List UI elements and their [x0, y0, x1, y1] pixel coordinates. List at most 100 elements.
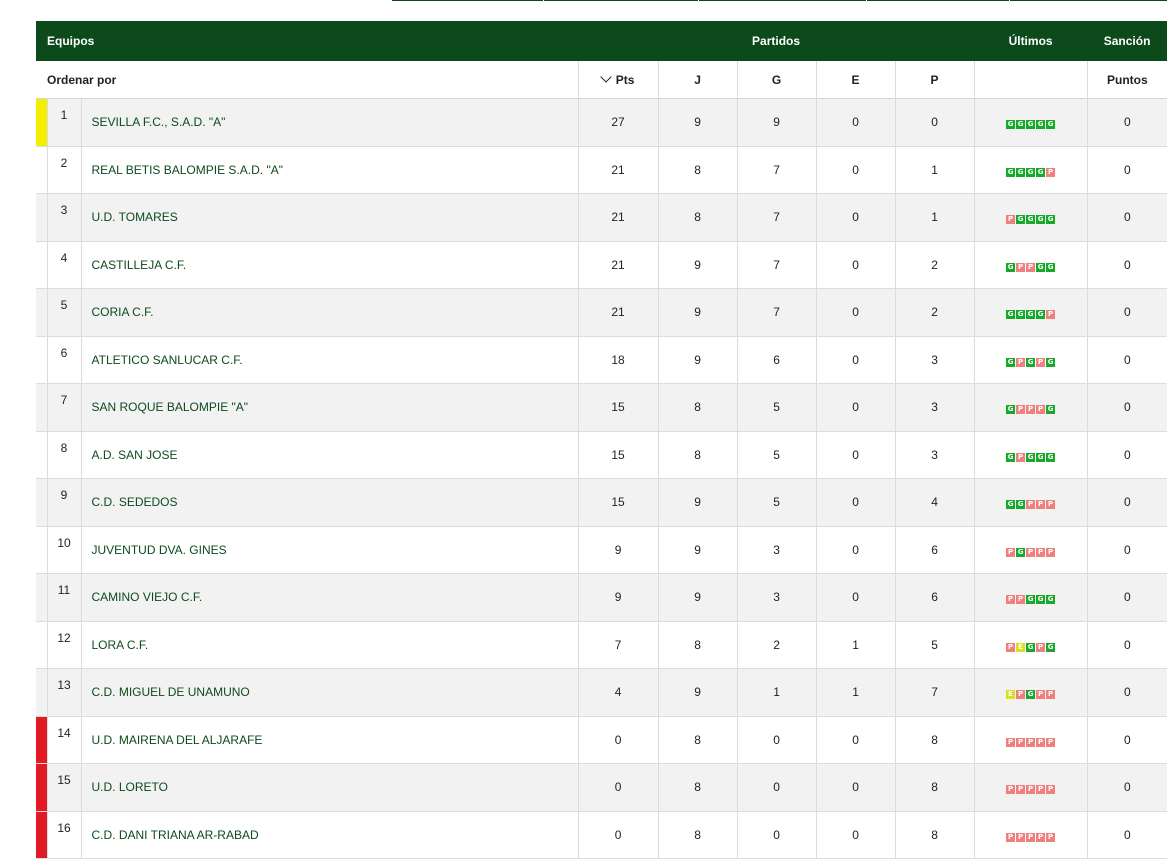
result-badge: E — [1016, 642, 1026, 652]
result-badge: G — [1026, 120, 1036, 130]
zone-indicator — [36, 193, 48, 242]
team-name-link[interactable]: U.D. TOMARES — [81, 193, 579, 242]
zone-indicator — [36, 431, 48, 479]
drawn-cell: 0 — [816, 146, 896, 194]
position: 15 — [47, 763, 82, 812]
result-badge: G — [1036, 215, 1046, 225]
result-badge: G — [1046, 452, 1056, 462]
result-badge: G — [1026, 167, 1036, 177]
result-badge: G — [1036, 167, 1046, 177]
result-badge: P — [1046, 500, 1056, 510]
table-row[interactable]: 1 SEVILLA F.C., S.A.D. "A" 27 9 9 0 0 G G G G G 0 — [36, 98, 1168, 147]
position: 1 — [47, 98, 82, 147]
result-badge: P — [1016, 357, 1026, 367]
team-name-link[interactable]: CORIA C.F. — [81, 288, 579, 337]
won-cell: 3 — [737, 526, 817, 574]
header-row: Equipos Partidos Últimos Sanción — [36, 21, 1168, 61]
last-results: PPPPP — [974, 716, 1088, 764]
won-cell: 6 — [737, 336, 817, 384]
team-name-link[interactable]: LORA C.F. — [81, 621, 579, 669]
result-badge: P — [1026, 785, 1036, 795]
played-cell: 8 — [658, 146, 738, 194]
last-results: PEGPG — [974, 621, 1088, 669]
zone-indicator — [36, 668, 48, 717]
sort-j-button[interactable]: J — [658, 61, 738, 99]
drawn-cell: 1 — [816, 668, 896, 717]
table-row[interactable]: 16 C.D. DANI TRIANA AR-RABAD 0 8 0 0 8 P P P P P 0 — [36, 811, 1168, 859]
result-badge: E — [1006, 690, 1016, 700]
top-tab-rule — [392, 0, 1167, 1]
drawn-cell: 0 — [816, 98, 896, 147]
table-row[interactable]: 12 LORA C.F. 7 8 2 1 5 P E G P G 0 — [36, 621, 1168, 669]
team-name-link[interactable]: REAL BETIS BALOMPIE S.A.D. "A" — [81, 146, 579, 194]
team-name-link[interactable]: CASTILLEJA C.F. — [81, 241, 579, 289]
points-cell: 21 — [578, 241, 659, 289]
sort-pts-button[interactable]: Pts — [578, 61, 659, 99]
last-results: PGPPP — [974, 526, 1088, 574]
standings-body: 1 SEVILLA F.C., S.A.D. "A" 27 9 9 0 0 G G G G G 0 2 RE… — [36, 98, 1168, 859]
table-row[interactable]: 9 C.D. SEDEDOS 15 9 5 0 4 G G P P P 0 — [36, 478, 1168, 527]
result-badge: G — [1026, 452, 1036, 462]
table-row[interactable]: 13 C.D. MIGUEL DE UNAMUNO 4 9 1 1 7 E P G P P 0 — [36, 668, 1168, 717]
table-row[interactable]: 15 U.D. LORETO 0 8 0 0 8 P P P P P 0 — [36, 763, 1168, 812]
sanction-points-cell: 0 — [1087, 241, 1168, 289]
team-name-link[interactable]: U.D. MAIRENA DEL ALJARAFE — [81, 716, 579, 764]
lost-cell: 8 — [895, 763, 975, 812]
zone-indicator — [36, 241, 48, 289]
result-badge: G — [1026, 357, 1036, 367]
result-badge: P — [1026, 500, 1036, 510]
result-badge: P — [1046, 310, 1056, 320]
table-row[interactable]: 2 REAL BETIS BALOMPIE S.A.D. "A" 21 8 7 0 1 G G G… — [36, 146, 1168, 194]
drawn-cell: 0 — [816, 811, 896, 859]
team-name-link[interactable]: C.D. MIGUEL DE UNAMUNO — [81, 668, 579, 717]
result-badge: G — [1026, 215, 1036, 225]
team-name-link[interactable]: U.D. LORETO — [81, 763, 579, 812]
lost-cell: 4 — [895, 478, 975, 527]
result-badge: P — [1036, 690, 1046, 700]
drawn-cell: 0 — [816, 763, 896, 812]
result-badge: G — [1016, 547, 1026, 557]
result-badge: G — [1006, 500, 1016, 510]
team-name-link[interactable]: A.D. SAN JOSE — [81, 431, 579, 479]
zone-indicator — [36, 146, 48, 194]
table-row[interactable]: 6 ATLETICO SANLUCAR C.F. 18 9 6 0 3 G P G P G 0 — [36, 336, 1168, 384]
zone-indicator — [36, 383, 48, 432]
table-row[interactable]: 7 SAN ROQUE BALOMPIE "A" 15 8 5 0 3 G P P P G 0 — [36, 383, 1168, 432]
table-row[interactable]: 10 JUVENTUD DVA. GINES 9 9 3 0 6 P G P P P 0 — [36, 526, 1168, 574]
position: 16 — [47, 811, 82, 859]
chevron-down-icon — [600, 70, 612, 83]
table-row[interactable]: 11 CAMINO VIEJO C.F. 9 9 3 0 6 P P G G G 0 — [36, 573, 1168, 622]
table-row[interactable]: 3 U.D. TOMARES 21 8 7 0 1 P G G G G 0 — [36, 193, 1168, 242]
points-cell: 7 — [578, 621, 659, 669]
sort-p-button[interactable]: P — [895, 61, 975, 99]
zone-indicator — [36, 98, 48, 147]
sort-g-button[interactable]: G — [737, 61, 817, 99]
team-name-link[interactable]: SEVILLA F.C., S.A.D. "A" — [81, 98, 579, 147]
table-row[interactable]: 5 CORIA C.F. 21 9 7 0 2 G G G G P 0 — [36, 288, 1168, 337]
team-name-link[interactable]: C.D. SEDEDOS — [81, 478, 579, 527]
team-name-link[interactable]: C.D. DANI TRIANA AR-RABAD — [81, 811, 579, 859]
drawn-cell: 0 — [816, 478, 896, 527]
points-cell: 0 — [578, 716, 659, 764]
sanction-points-cell: 0 — [1087, 716, 1168, 764]
sort-e-button[interactable]: E — [816, 61, 896, 99]
table-row[interactable]: 8 A.D. SAN JOSE 15 8 5 0 3 G P G G G 0 — [36, 431, 1168, 479]
team-name-link[interactable]: JUVENTUD DVA. GINES — [81, 526, 579, 574]
standings-table-container: Equipos Partidos Últimos Sanción Ordenar… — [36, 21, 1168, 859]
drawn-cell: 0 — [816, 193, 896, 242]
sanction-points-cell: 0 — [1087, 621, 1168, 669]
result-badge: P — [1006, 547, 1016, 557]
won-cell: 7 — [737, 288, 817, 337]
team-name-link[interactable]: ATLETICO SANLUCAR C.F. — [81, 336, 579, 384]
result-badge: G — [1016, 167, 1026, 177]
result-badge: P — [1026, 262, 1036, 272]
team-name-link[interactable]: CAMINO VIEJO C.F. — [81, 573, 579, 622]
table-row[interactable]: 14 U.D. MAIRENA DEL ALJARAFE 0 8 0 0 8 P P P P P 0 — [36, 716, 1168, 764]
table-row[interactable]: 4 CASTILLEJA C.F. 21 9 7 0 2 G P P G G 0 — [36, 241, 1168, 289]
team-name-link[interactable]: SAN ROQUE BALOMPIE "A" — [81, 383, 579, 432]
drawn-cell: 0 — [816, 431, 896, 479]
result-badge: G — [1046, 357, 1056, 367]
result-badge: P — [1026, 737, 1036, 747]
won-cell: 2 — [737, 621, 817, 669]
sort-by-label: Ordenar por — [36, 61, 579, 99]
